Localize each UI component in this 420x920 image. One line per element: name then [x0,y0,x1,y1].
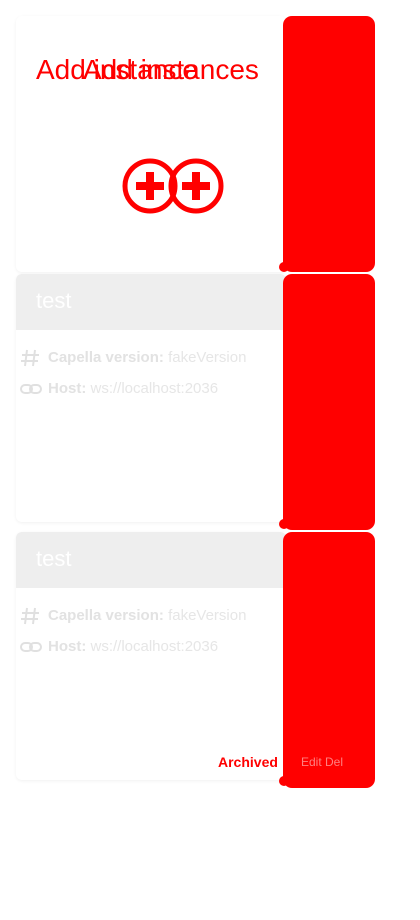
add-instance-plus-icon-overlay [168,158,224,214]
host-row: Host: ws://localhost:2036 [20,378,275,400]
capella-version-label: Capella version: [48,349,164,366]
hash-icon [21,607,39,625]
instance-action-buttons[interactable]: Edit Del [301,753,343,771]
instance-card-header: test [16,274,286,330]
link-icon [20,642,42,652]
host-row: Host: ws://localhost:2036 [20,636,275,658]
instance-card-header: test [16,532,286,588]
instance-name: test [36,546,72,571]
instance-card-panel-notch [279,519,289,529]
instance-name: test [36,288,72,313]
host-label: Host: [48,380,87,397]
add-card-panel-notch [279,262,289,272]
archived-badge: Archived [218,754,278,770]
host-value: ws://localhost:2036 [90,638,219,655]
capella-version-row: Capella version: fakeVersion [20,347,275,369]
instances-page: Add instance Add instances test Capella … [0,0,420,920]
instance-card-side-panel [283,532,375,788]
capella-version-value: fakeVersion [168,607,247,624]
instance-card-side-panel [283,274,375,530]
capella-version-row: Capella version: fakeVersion [20,605,275,627]
hash-icon [21,349,39,367]
add-instance-title: Add instance Add instances [36,52,376,88]
link-icon [20,384,42,394]
capella-version-label: Capella version: [48,607,164,624]
host-value: ws://localhost:2036 [90,380,219,397]
add-instance-title-ghost: Add instances [83,54,259,85]
instance-card-panel-notch [279,776,289,786]
host-label: Host: [48,638,87,655]
capella-version-value: fakeVersion [168,349,247,366]
